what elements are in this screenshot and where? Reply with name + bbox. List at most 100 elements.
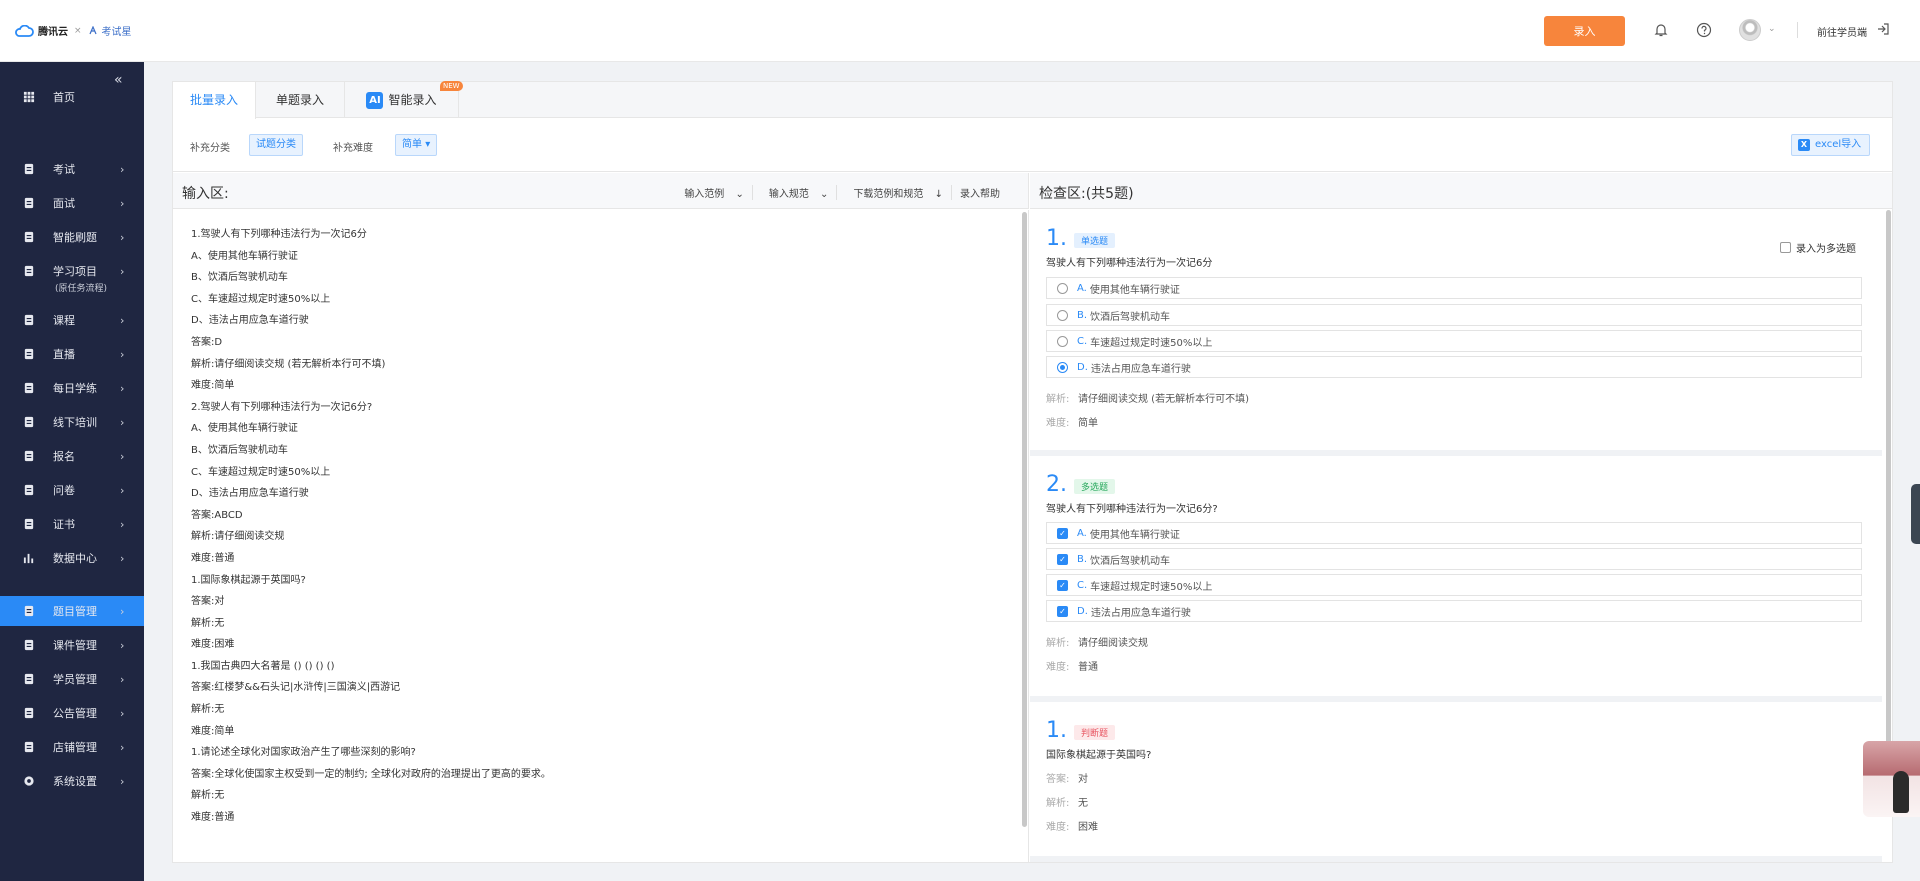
checkbox-checked[interactable]: ✓ bbox=[1057, 527, 1068, 539]
input-line: C、车速超过规定时速50%以上 bbox=[191, 466, 331, 478]
sidebar-item[interactable]: 考试 › bbox=[0, 154, 144, 184]
tab-single-entry[interactable]: 单题录入 bbox=[256, 82, 345, 118]
input-spec-link[interactable]: 输入规范 ⌄ bbox=[751, 185, 837, 200]
sidebar-item[interactable]: 学员管理 › bbox=[0, 664, 144, 694]
bell-icon[interactable] bbox=[1651, 20, 1671, 40]
checkbox-checked[interactable]: ✓ bbox=[1057, 605, 1068, 617]
sidebar-item[interactable]: 每日学练 › bbox=[0, 373, 144, 403]
radio-button[interactable] bbox=[1057, 335, 1068, 347]
survey-icon bbox=[24, 484, 34, 496]
input-line: B、饮酒后驾驶机动车 bbox=[191, 272, 288, 284]
sidebar-item[interactable]: 报名 › bbox=[0, 441, 144, 471]
sidebar-item-label: 课程 bbox=[53, 314, 75, 327]
enroll-button[interactable]: 录入 bbox=[1544, 16, 1625, 46]
tab-smart-entry[interactable]: AI 智能录入 NEW bbox=[345, 81, 463, 118]
check-panel-title: 检查区:(共5题) bbox=[1039, 186, 1134, 202]
option-text: 车速超过规定时速50%以上 bbox=[1090, 337, 1213, 349]
calendar-check-icon bbox=[24, 382, 34, 394]
help-icon[interactable] bbox=[1694, 20, 1714, 40]
chevron-right-icon: › bbox=[120, 517, 125, 531]
checkbox[interactable] bbox=[1780, 242, 1791, 253]
chevron-down-icon[interactable]: ⌄ bbox=[1768, 24, 1776, 34]
option-row[interactable]: ✓ C. 车速超过规定时速50%以上 bbox=[1046, 574, 1862, 596]
ai-icon: AI bbox=[366, 92, 384, 109]
check-panel-scrollbar[interactable] bbox=[1886, 210, 1891, 770]
option-row[interactable]: B. 饮酒后驾驶机动车 bbox=[1046, 304, 1862, 326]
avatar[interactable] bbox=[1739, 19, 1761, 41]
option-key: B. bbox=[1077, 553, 1088, 565]
sidebar-item[interactable]: 数据中心 › bbox=[0, 543, 144, 573]
sidebar-item[interactable]: 首页 bbox=[0, 82, 144, 112]
goto-student-link[interactable]: 前往学员端 bbox=[1817, 24, 1867, 39]
option-row[interactable]: D. 违法占用应急车道行驶 bbox=[1046, 356, 1862, 378]
sidebar-item-label: 考试 bbox=[53, 163, 75, 176]
sidebar-item[interactable]: 证书 › bbox=[0, 509, 144, 539]
question-type-badge: 多选题 bbox=[1074, 479, 1116, 494]
category-select[interactable]: 试题分类 bbox=[249, 134, 303, 156]
sidebar-item-label: 店铺管理 bbox=[53, 741, 97, 754]
option-text: 使用其他车辆行驶证 bbox=[1089, 284, 1180, 296]
checkbox-checked[interactable]: ✓ bbox=[1057, 579, 1068, 591]
exit-icon[interactable] bbox=[1876, 22, 1890, 39]
multi-select-toggle[interactable]: 录入为多选题 bbox=[1780, 240, 1856, 255]
medal-icon bbox=[24, 231, 34, 243]
analysis-key: 解析: bbox=[1046, 638, 1070, 649]
entry-help-link[interactable]: 录入帮助 bbox=[951, 185, 1008, 200]
sidebar-item[interactable]: 题目管理 › bbox=[0, 596, 144, 626]
input-scrollbar[interactable] bbox=[1022, 212, 1027, 827]
logo[interactable]: 腾讯云 × 考试星 bbox=[14, 23, 132, 38]
chevron-right-icon: › bbox=[120, 264, 125, 278]
sidebar-item-label: 报名 bbox=[53, 450, 75, 463]
link-label: 输入范例 bbox=[684, 189, 725, 200]
option-row[interactable]: ✓ A. 使用其他车辆行驶证 bbox=[1046, 522, 1862, 544]
difficulty-row: 难度: 普通 bbox=[1046, 658, 1098, 673]
sidebar-item[interactable]: 课程 › bbox=[0, 305, 144, 335]
floating-video-thumbnail[interactable] bbox=[1863, 741, 1920, 817]
side-tool-tab[interactable] bbox=[1911, 484, 1920, 544]
checkbox-checked[interactable]: ✓ bbox=[1057, 553, 1068, 565]
analysis-row: 解析: 无 bbox=[1046, 794, 1088, 809]
sidebar-item[interactable]: 面试 › bbox=[0, 188, 144, 218]
radio-button-selected[interactable] bbox=[1057, 361, 1068, 373]
excel-import-button[interactable]: Xexcel导入 bbox=[1791, 134, 1871, 156]
tab-batch-entry[interactable]: 批量录入 bbox=[173, 82, 256, 119]
difficulty-select[interactable]: 简单 ▾ bbox=[395, 134, 438, 156]
difficulty-label: 补充难度 bbox=[333, 143, 373, 154]
logo-brand: 腾讯云 bbox=[38, 27, 68, 38]
analysis-value: 无 bbox=[1078, 798, 1088, 809]
main-card: 批量录入 单题录入 AI 智能录入 NEW 补充分类 试题分类 补充难度 简单 ▾… bbox=[172, 81, 1893, 863]
chevron-right-icon: › bbox=[120, 162, 125, 176]
input-textarea[interactable]: 1.驾驶人有下列哪种违法行为一次记6分 A、使用其他车辆行驶证 B、饮酒后驾驶机动车… bbox=[173, 210, 1029, 862]
radio-button[interactable] bbox=[1057, 309, 1068, 321]
input-example-link[interactable]: 输入范例 ⌄ bbox=[668, 185, 752, 200]
bar-chart-icon bbox=[23, 553, 34, 564]
option-row[interactable]: ✓ D. 违法占用应急车道行驶 bbox=[1046, 600, 1862, 622]
download-example-link[interactable]: 下载范例和规范 ↓ bbox=[836, 185, 951, 200]
sidebar-item[interactable]: 线下培训 › bbox=[0, 407, 144, 437]
option-row[interactable]: ✓ B. 饮酒后驾驶机动车 bbox=[1046, 548, 1862, 570]
sidebar-item[interactable]: 课件管理 › bbox=[0, 630, 144, 660]
chevron-right-icon: › bbox=[120, 672, 125, 686]
difficulty-key: 难度: bbox=[1046, 418, 1070, 429]
sidebar-item[interactable]: 店铺管理 › bbox=[0, 732, 144, 762]
chevron-right-icon: › bbox=[120, 638, 125, 652]
option-text: 使用其他车辆行驶证 bbox=[1089, 529, 1180, 541]
option-key: A. bbox=[1077, 282, 1087, 294]
tab-label: 批量录入 bbox=[189, 93, 238, 107]
difficulty-value: 困难 bbox=[1078, 822, 1098, 833]
option-row[interactable]: A. 使用其他车辆行驶证 bbox=[1046, 277, 1862, 299]
input-line: 1.我国古典四大名著是 () () () () bbox=[191, 660, 335, 672]
sidebar-item[interactable]: 智能刷题 › bbox=[0, 222, 144, 252]
sidebar-item[interactable]: 公告管理 › bbox=[0, 698, 144, 728]
sidebar-item[interactable]: 系统设置 › bbox=[0, 766, 144, 796]
cloud-logo-icon bbox=[15, 24, 34, 37]
option-text: 车速超过规定时速50%以上 bbox=[1090, 581, 1213, 593]
analysis-key: 解析: bbox=[1046, 394, 1070, 405]
live-icon bbox=[24, 348, 34, 360]
sidebar-item-label: 证书 bbox=[53, 518, 75, 531]
option-row[interactable]: C. 车速超过规定时速50%以上 bbox=[1046, 330, 1862, 352]
sidebar-item[interactable]: 直播 › bbox=[0, 339, 144, 369]
sidebar-item[interactable]: 问卷 › bbox=[0, 475, 144, 505]
input-text-lines: 1.驾驶人有下列哪种违法行为一次记6分 A、使用其他车辆行驶证 B、饮酒后驾驶机动车… bbox=[191, 225, 551, 830]
radio-button[interactable] bbox=[1057, 282, 1068, 294]
